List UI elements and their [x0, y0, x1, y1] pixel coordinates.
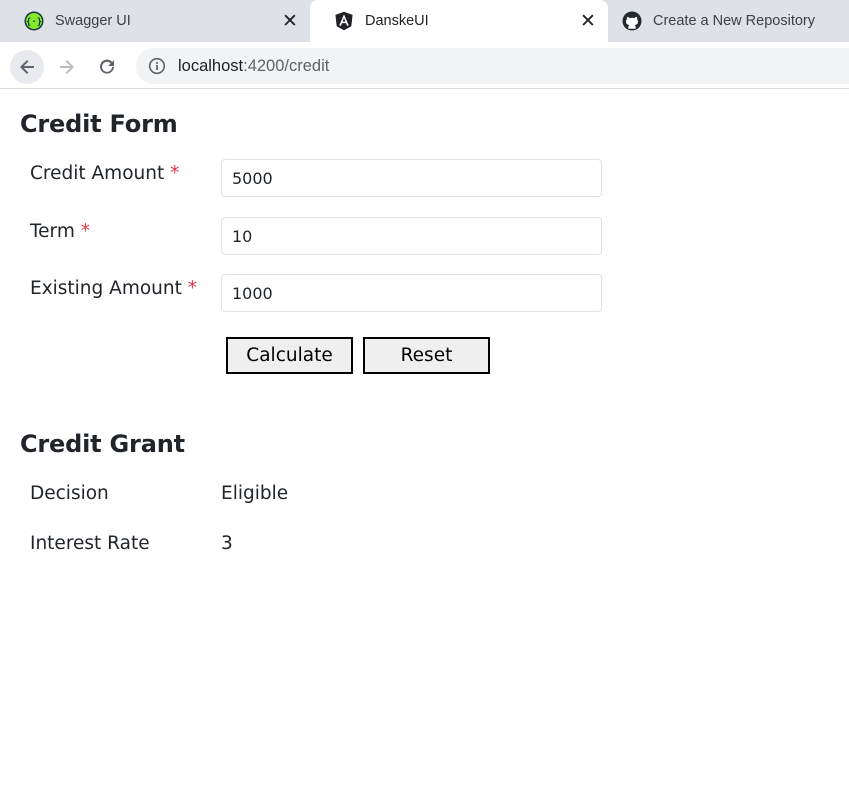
angular-icon: [334, 11, 354, 31]
interest-rate-value: 3: [221, 533, 233, 554]
tab-create-repository[interactable]: Create a New Repository: [598, 0, 849, 42]
tab-title: Create a New Repository: [653, 13, 815, 29]
field-label-text: Term: [30, 221, 75, 242]
swagger-icon: {·}: [24, 11, 44, 31]
info-icon[interactable]: [148, 57, 166, 75]
forward-arrow-icon: [60, 60, 74, 74]
url-path: :4200/credit: [243, 56, 330, 75]
back-arrow-icon: [20, 60, 34, 74]
browser-tab-strip: {·} Swagger UI ✕ DanskeUI ✕ Create a New…: [0, 0, 849, 42]
url-text: localhost:4200/credit: [178, 57, 329, 76]
forward-button[interactable]: [50, 50, 84, 84]
calculate-button[interactable]: Calculate: [226, 337, 353, 374]
term-input[interactable]: [221, 217, 602, 255]
decision-value: Eligible: [221, 483, 289, 504]
interest-rate-label: Interest Rate: [30, 533, 150, 554]
required-mark: *: [170, 163, 180, 184]
required-mark: *: [80, 221, 90, 242]
tab-swagger-ui[interactable]: {·} Swagger UI: [0, 0, 309, 42]
reload-icon: [100, 59, 114, 74]
svg-text:{·}: {·}: [26, 18, 42, 28]
close-tab-icon[interactable]: ✕: [280, 11, 300, 32]
tab-title: Swagger UI: [55, 13, 131, 29]
github-icon: [622, 11, 642, 31]
browser-toolbar: localhost:4200/credit: [0, 42, 849, 89]
existing-amount-input[interactable]: [221, 274, 602, 312]
address-bar[interactable]: localhost:4200/credit: [136, 48, 849, 84]
close-tab-icon[interactable]: ✕: [578, 11, 598, 32]
reload-button[interactable]: [90, 50, 124, 84]
tab-danskeui[interactable]: DanskeUI: [310, 0, 608, 42]
credit-amount-label: Credit Amount *: [30, 163, 179, 184]
reset-button[interactable]: Reset: [363, 337, 490, 374]
url-host: localhost: [178, 56, 244, 75]
credit-form-title: Credit Form: [20, 110, 178, 138]
back-button[interactable]: [10, 50, 44, 84]
decision-label: Decision: [30, 483, 109, 504]
existing-amount-label: Existing Amount *: [30, 278, 197, 299]
field-label-text: Existing Amount: [30, 278, 182, 299]
page-content: Credit Form Credit Amount * Term * Exist…: [0, 89, 849, 805]
tab-title: DanskeUI: [365, 13, 429, 29]
term-label: Term *: [30, 221, 90, 242]
required-mark: *: [187, 278, 197, 299]
credit-amount-input[interactable]: [221, 159, 602, 197]
field-label-text: Credit Amount: [30, 163, 165, 184]
credit-grant-title: Credit Grant: [20, 430, 185, 458]
